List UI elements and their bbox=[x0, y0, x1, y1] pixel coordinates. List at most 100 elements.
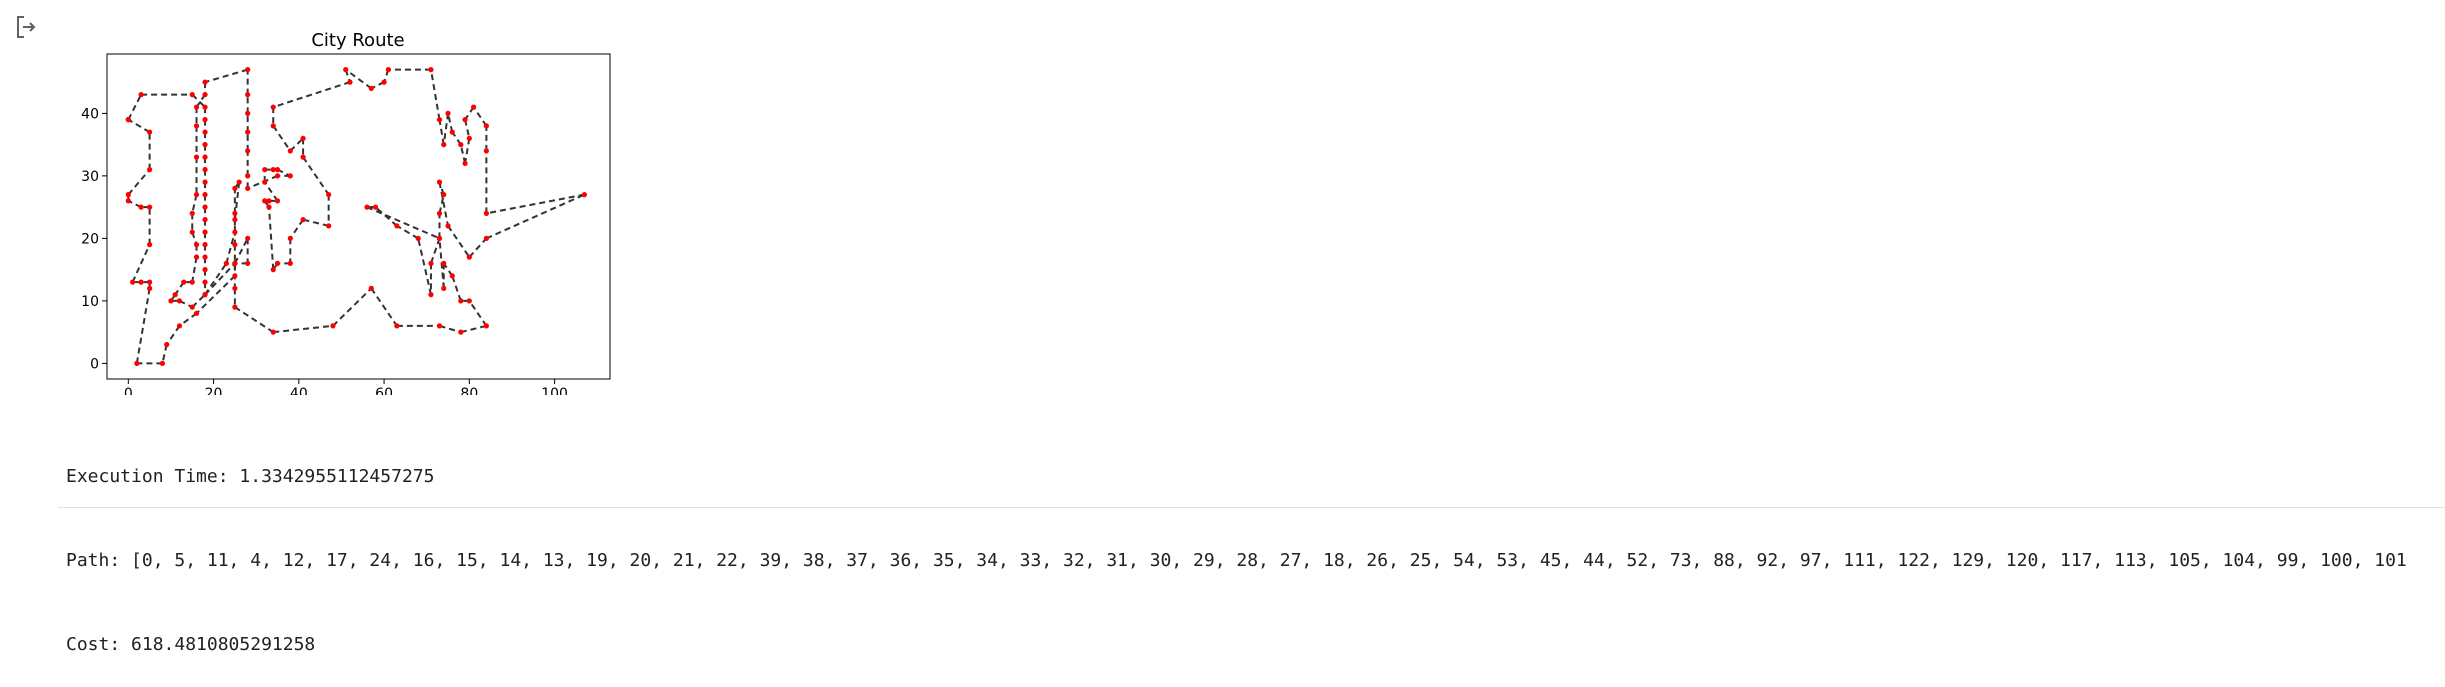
city-point bbox=[368, 85, 374, 91]
city-point bbox=[147, 204, 153, 210]
city-point bbox=[364, 204, 370, 210]
city-point bbox=[441, 142, 447, 148]
city-point bbox=[232, 285, 238, 291]
city-point bbox=[232, 242, 238, 248]
y-tick-label: 30 bbox=[81, 169, 99, 185]
city-point bbox=[232, 210, 238, 216]
x-tick-label: 20 bbox=[205, 386, 223, 395]
city-point bbox=[415, 235, 421, 241]
y-tick-label: 0 bbox=[90, 356, 99, 372]
city-point bbox=[449, 129, 455, 135]
city-point bbox=[483, 123, 489, 129]
city-point bbox=[466, 254, 472, 260]
city-point bbox=[147, 285, 153, 291]
city-point bbox=[326, 192, 332, 198]
city-point bbox=[159, 360, 166, 366]
city-point bbox=[245, 110, 251, 116]
city-point bbox=[202, 129, 208, 135]
x-tick-label: 60 bbox=[375, 386, 393, 395]
city-point bbox=[441, 285, 447, 291]
city-point bbox=[147, 279, 153, 285]
city-point bbox=[202, 79, 208, 85]
cost-text: Cost: 618.4810805291258 bbox=[66, 634, 316, 655]
city-point bbox=[232, 229, 238, 235]
city-point bbox=[172, 292, 178, 298]
city-point bbox=[262, 179, 268, 185]
y-tick-label: 10 bbox=[81, 294, 99, 310]
city-point bbox=[436, 117, 443, 123]
city-point bbox=[287, 235, 293, 241]
city-point bbox=[343, 67, 349, 73]
city-point bbox=[581, 192, 588, 198]
city-point bbox=[245, 148, 251, 154]
city-point bbox=[483, 148, 489, 154]
city-point bbox=[245, 173, 251, 179]
city-point bbox=[300, 154, 306, 160]
city-point bbox=[223, 260, 229, 266]
x-tick-label: 100 bbox=[541, 386, 568, 395]
city-point bbox=[202, 104, 208, 110]
city-point bbox=[193, 123, 200, 129]
city-point bbox=[236, 179, 242, 185]
city-point bbox=[436, 323, 443, 329]
city-point bbox=[445, 110, 451, 116]
city-point bbox=[458, 329, 464, 335]
city-point bbox=[287, 260, 293, 266]
city-point bbox=[270, 267, 276, 273]
city-point bbox=[202, 204, 208, 210]
city-point bbox=[202, 279, 208, 285]
city-point bbox=[483, 323, 489, 329]
city-point bbox=[147, 129, 153, 135]
city-point bbox=[266, 198, 272, 204]
output-redirect-icon[interactable] bbox=[14, 14, 40, 40]
city-point bbox=[245, 67, 251, 73]
city-point bbox=[274, 173, 281, 179]
execution-time-text: Execution Time: 1.3342955112457275 bbox=[66, 466, 435, 487]
city-point bbox=[394, 323, 400, 329]
city-point bbox=[287, 148, 293, 154]
city-point bbox=[138, 92, 144, 98]
city-point bbox=[270, 329, 276, 335]
chart-canvas: City Route 0 20 40 60 80 100 0 10 20 30 40 bbox=[81, 30, 611, 395]
city-point bbox=[232, 217, 238, 223]
y-tick-label: 40 bbox=[81, 106, 99, 122]
city-point bbox=[428, 260, 434, 266]
city-point bbox=[189, 92, 195, 98]
city-point bbox=[274, 198, 281, 204]
city-point bbox=[202, 292, 208, 298]
cell-output-text: Execution Time: 1.3342955112457275 Path:… bbox=[66, 407, 2445, 687]
city-point bbox=[245, 260, 251, 266]
city-point bbox=[189, 229, 195, 235]
city-point bbox=[428, 292, 434, 298]
city-point bbox=[193, 310, 200, 316]
city-point bbox=[300, 217, 306, 223]
city-point bbox=[436, 210, 443, 216]
city-point bbox=[125, 192, 131, 198]
city-point bbox=[245, 235, 251, 241]
city-point bbox=[193, 154, 200, 160]
city-point bbox=[176, 323, 183, 329]
y-tick-label: 20 bbox=[81, 231, 99, 247]
city-point bbox=[189, 304, 195, 310]
city-point bbox=[232, 185, 238, 191]
output-divider bbox=[58, 507, 2445, 508]
city-point bbox=[232, 273, 238, 279]
city-point bbox=[164, 342, 170, 348]
city-point bbox=[466, 298, 472, 304]
city-point bbox=[245, 129, 251, 135]
city-point bbox=[189, 279, 195, 285]
city-point bbox=[436, 179, 443, 185]
city-point bbox=[300, 135, 306, 141]
city-point bbox=[138, 279, 144, 285]
city-point bbox=[202, 117, 208, 123]
city-point bbox=[193, 254, 200, 260]
city-point bbox=[193, 104, 200, 110]
city-point bbox=[483, 235, 489, 241]
x-tick-label: 0 bbox=[124, 386, 133, 395]
city-point bbox=[428, 67, 434, 73]
city-point bbox=[181, 279, 187, 285]
city-point bbox=[202, 217, 208, 223]
city-point bbox=[202, 229, 208, 235]
city-point bbox=[202, 179, 208, 185]
city-point bbox=[147, 242, 153, 248]
